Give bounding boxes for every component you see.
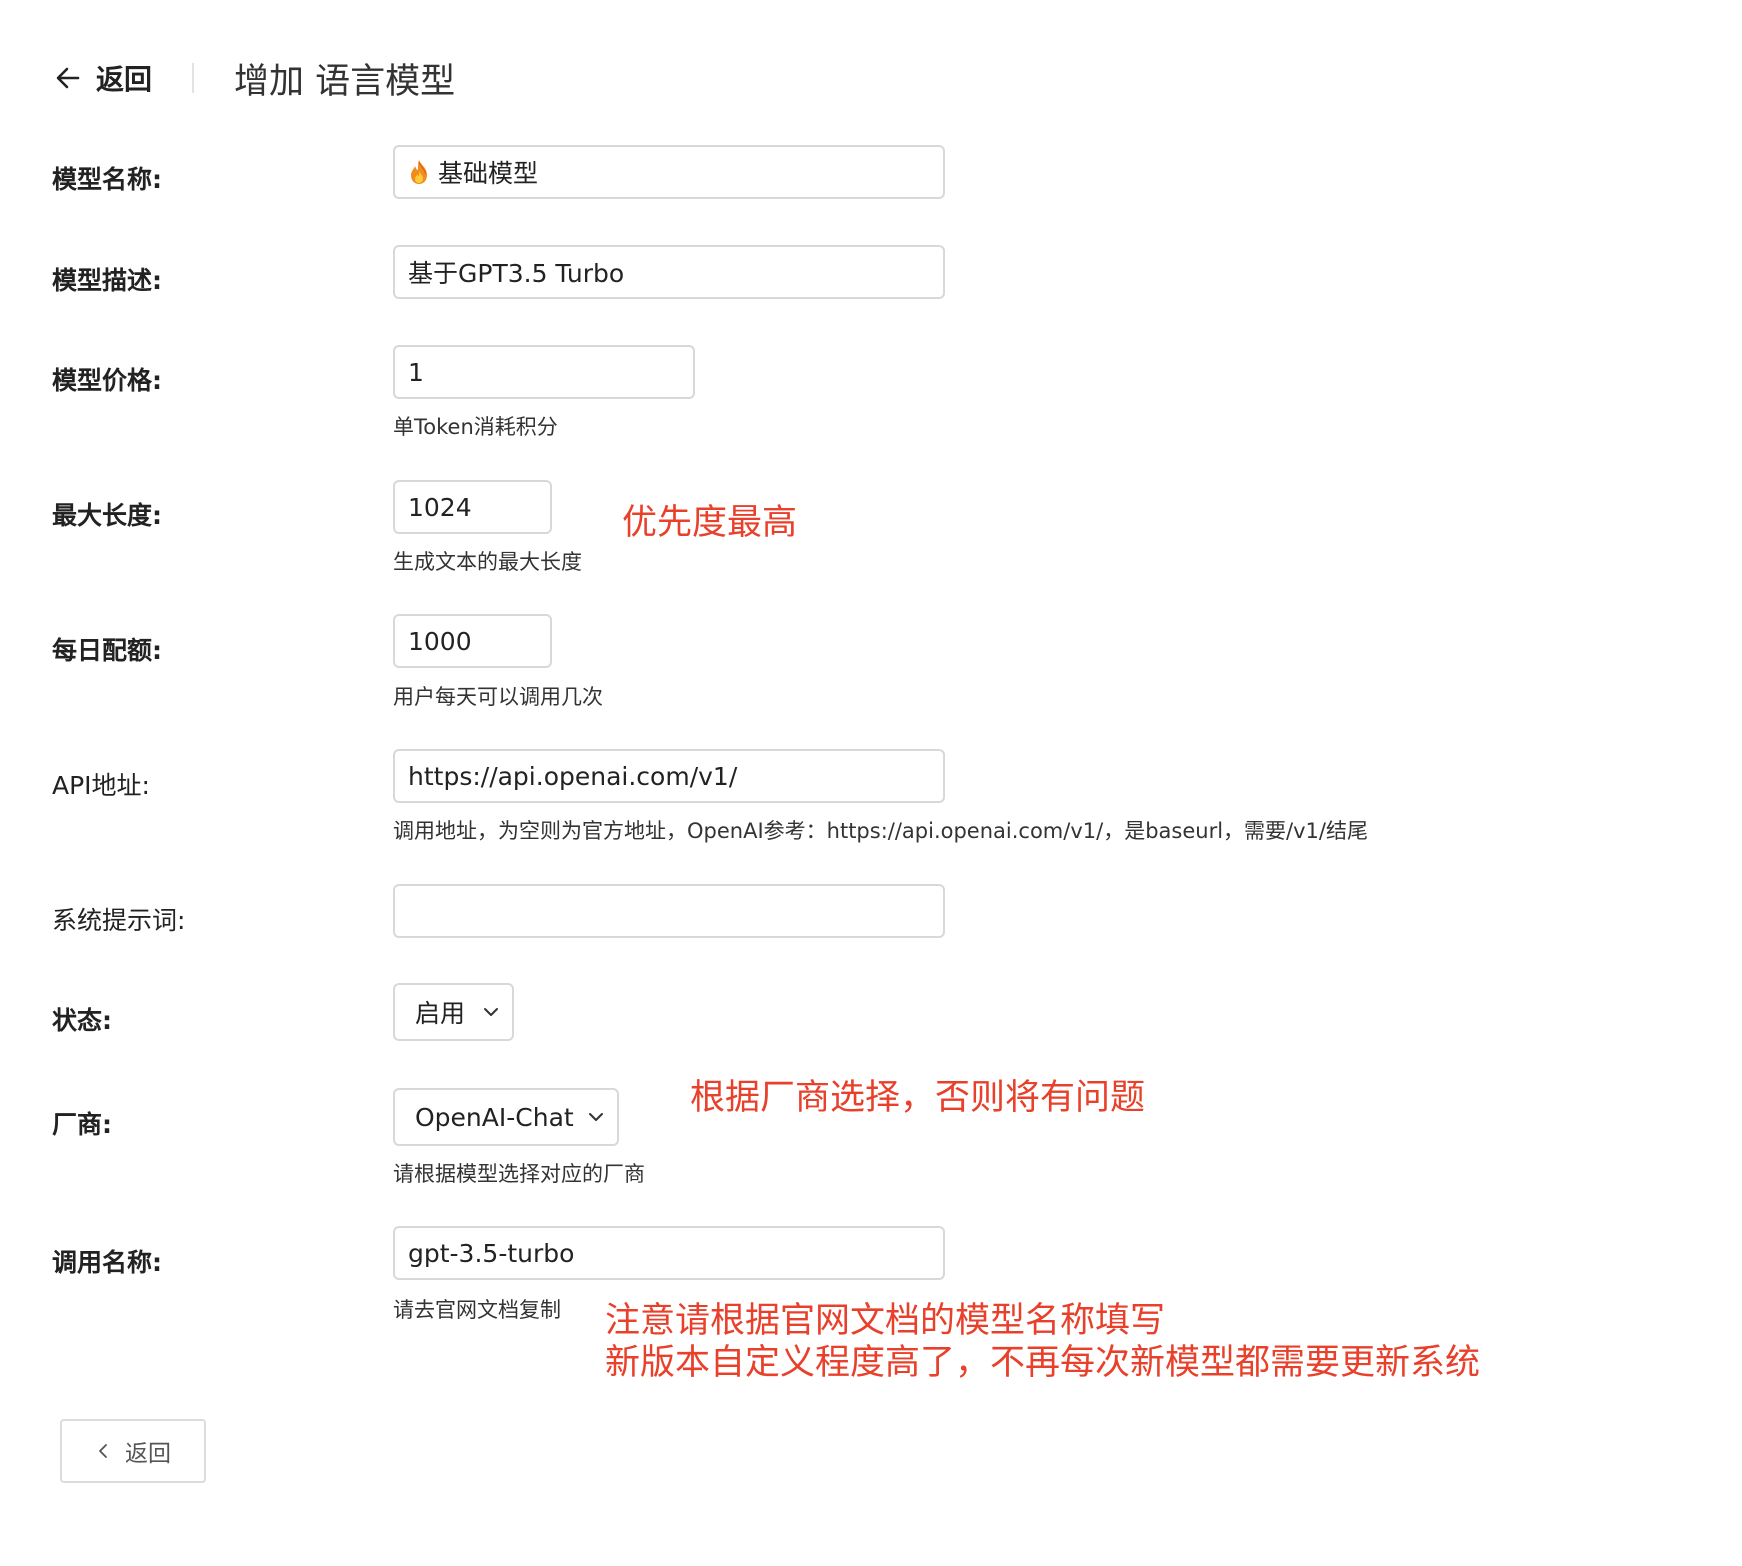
max-length-label: 最大长度:	[52, 501, 162, 530]
status-select-value: 启用	[415, 999, 466, 1028]
api-url-help: 调用地址，为空则为官方地址，OpenAI参考：https://api.opena…	[393, 819, 1368, 843]
daily-quota-label: 每日配额:	[52, 636, 162, 665]
system-prompt-input[interactable]	[393, 884, 945, 938]
model-price-value: 1	[408, 357, 424, 387]
api-url-input[interactable]: https://api.openai.com/v1/	[393, 749, 945, 803]
model-price-help: 单Token消耗积分	[393, 415, 558, 439]
model-name-value: 基础模型	[438, 159, 539, 188]
max-length-input[interactable]: 1024	[393, 480, 552, 534]
model-price-label: 模型价格:	[52, 366, 162, 395]
model-description-input[interactable]: 基于GPT3.5 Turbo	[393, 245, 945, 299]
vendor-select[interactable]: OpenAI-Chat	[393, 1088, 619, 1146]
status-label: 状态:	[52, 1006, 112, 1035]
api-url-label: API地址:	[52, 771, 150, 800]
chevron-down-icon	[484, 1008, 498, 1016]
vendor-label: 厂商:	[52, 1110, 112, 1139]
annotation-priority: 优先度最高	[622, 503, 798, 543]
vendor-help: 请根据模型选择对应的厂商	[393, 1162, 645, 1186]
call-name-value: gpt-3.5-turbo	[408, 1238, 575, 1268]
fire-icon	[411, 160, 427, 184]
max-length-help: 生成文本的最大长度	[393, 550, 582, 574]
annotation-vendor: 根据厂商选择，否则将有问题	[690, 1078, 1146, 1118]
model-description-label: 模型描述:	[52, 266, 162, 295]
vendor-select-value: OpenAI-Chat	[415, 1102, 574, 1132]
daily-quota-value: 1000	[408, 626, 472, 656]
call-name-input[interactable]: gpt-3.5-turbo	[393, 1226, 945, 1280]
status-select[interactable]: 启用	[393, 983, 514, 1041]
header-divider	[192, 63, 195, 93]
system-prompt-label: 系统提示词:	[52, 906, 186, 935]
call-name-help: 请去官网文档复制	[393, 1298, 561, 1322]
chevron-left-icon	[99, 1444, 107, 1458]
daily-quota-help: 用户每天可以调用几次	[393, 685, 603, 709]
page-header: 返回 增加 语言模型	[52, 48, 455, 108]
call-name-label: 调用名称:	[52, 1248, 162, 1277]
model-price-input[interactable]: 1	[393, 345, 695, 399]
model-name-label: 模型名称:	[52, 165, 162, 194]
annotation-call-name-line1: 注意请根据官网文档的模型名称填写	[605, 1301, 1166, 1341]
model-name-input[interactable]: 基础模型	[393, 145, 945, 199]
chevron-down-icon	[589, 1113, 603, 1121]
footer-back-button[interactable]: 返回	[60, 1419, 206, 1483]
header-back-label: 返回	[96, 63, 153, 96]
arrow-left-icon	[56, 67, 80, 89]
annotation-call-name-line2: 新版本自定义程度高了，不再每次新模型都需要更新系统	[605, 1343, 1481, 1383]
page-title: 增加 语言模型	[234, 61, 456, 102]
page: 返回 增加 语言模型 模型名称: 基础模型 模型描述: 基于GPT3.5 Tur…	[0, 0, 1742, 1566]
model-description-value: 基于GPT3.5 Turbo	[408, 259, 625, 288]
api-url-value: https://api.openai.com/v1/	[408, 761, 738, 791]
footer-back-label: 返回	[125, 1441, 171, 1467]
header-back-button[interactable]: 返回	[52, 58, 152, 98]
daily-quota-input[interactable]: 1000	[393, 614, 552, 668]
max-length-value: 1024	[408, 492, 472, 522]
